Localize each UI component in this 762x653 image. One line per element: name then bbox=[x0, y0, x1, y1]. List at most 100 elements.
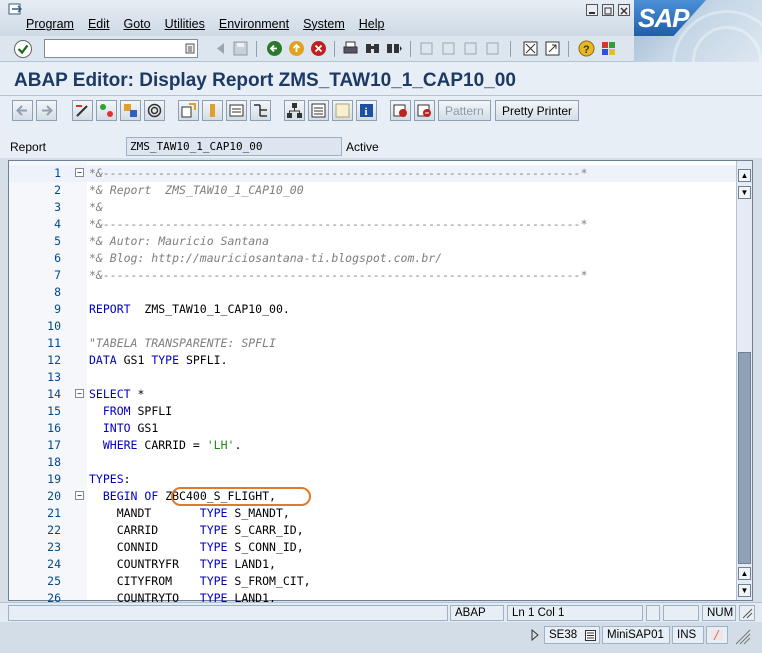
enter-icon[interactable] bbox=[14, 40, 32, 58]
message-area bbox=[8, 605, 448, 621]
code-line[interactable]: 13 bbox=[9, 369, 737, 386]
collapse-block-icon[interactable]: − bbox=[75, 168, 84, 177]
create-session-icon[interactable] bbox=[522, 40, 539, 57]
resize-icon[interactable] bbox=[739, 605, 755, 621]
system-menu-icon[interactable] bbox=[8, 3, 24, 17]
menu-environment[interactable]: Environment bbox=[219, 17, 289, 31]
forward-object-icon[interactable] bbox=[36, 100, 57, 121]
back-object-icon[interactable] bbox=[12, 100, 33, 121]
find-icon[interactable] bbox=[364, 40, 381, 57]
code-line[interactable]: 7 *&-------------------------------------… bbox=[9, 267, 737, 284]
resize-grip-icon[interactable] bbox=[734, 626, 752, 646]
code-line[interactable]: 23 CONNID TYPE S_CONN_ID, bbox=[9, 539, 737, 556]
code-line[interactable]: 22 CARRID TYPE S_CARR_ID, bbox=[9, 522, 737, 539]
insert-mode[interactable]: INS bbox=[672, 626, 704, 644]
first-page-icon[interactable] bbox=[418, 40, 435, 57]
code-line[interactable]: 9 REPORT ZMS_TAW10_1_CAP10_00. bbox=[9, 301, 737, 318]
code-line[interactable]: 12 DATA GS1 TYPE SPFLI. bbox=[9, 352, 737, 369]
find-next-icon[interactable] bbox=[386, 40, 403, 57]
command-field[interactable] bbox=[44, 39, 198, 58]
back-arrow-icon[interactable] bbox=[212, 40, 229, 57]
code-line[interactable]: 3 *& bbox=[9, 199, 737, 216]
code-line[interactable]: 2 *& Report ZMS_TAW10_1_CAP10_00 bbox=[9, 182, 737, 199]
navigation-window-icon[interactable] bbox=[284, 100, 305, 121]
help-icon[interactable]: ? bbox=[578, 40, 595, 57]
code-line[interactable]: 5 *& Autor: Mauricio Santana bbox=[9, 233, 737, 250]
shortcut-icon[interactable] bbox=[544, 40, 561, 57]
collapse-block-icon[interactable]: − bbox=[75, 491, 84, 500]
previous-page-icon[interactable] bbox=[440, 40, 457, 57]
code-editor[interactable]: 1− *&------------------------------------… bbox=[8, 160, 753, 605]
code-line[interactable]: 15 FROM SPFLI bbox=[9, 403, 737, 420]
code-line[interactable]: 6 *& Blog: http://mauriciosantana-ti.blog… bbox=[9, 250, 737, 267]
report-label: Report bbox=[10, 140, 47, 154]
code-line[interactable]: 21 MANDT TYPE S_MANDT, bbox=[9, 505, 737, 522]
language-indicator: ABAP bbox=[450, 605, 504, 621]
code-line[interactable]: 17 WHERE CARRID = 'LH'. bbox=[9, 437, 737, 454]
display-object-list-icon[interactable] bbox=[308, 100, 329, 121]
display-change-icon[interactable] bbox=[72, 100, 93, 121]
code-line[interactable]: 8 bbox=[9, 284, 737, 301]
customize-layout-icon[interactable] bbox=[600, 40, 617, 57]
code-line[interactable]: 24 COUNTRYFR TYPE LAND1, bbox=[9, 556, 737, 573]
history-icon[interactable] bbox=[185, 43, 195, 54]
maximize-icon[interactable] bbox=[602, 4, 614, 16]
code-text: CONNID TYPE S_CONN_ID, bbox=[89, 540, 304, 554]
print-icon[interactable] bbox=[342, 40, 359, 57]
sap-logo-text: SAP bbox=[638, 3, 689, 33]
report-name-field[interactable]: ZMS_TAW10_1_CAP10_00 bbox=[126, 137, 342, 156]
code-line[interactable]: 14 − SELECT * bbox=[9, 386, 737, 403]
menu-program[interactable]: Program bbox=[26, 17, 74, 31]
code-line[interactable]: 10 bbox=[9, 318, 737, 335]
scroll-page-up-icon[interactable]: ▲ bbox=[738, 169, 751, 182]
active-inactive-icon[interactable] bbox=[96, 100, 117, 121]
next-page-icon[interactable] bbox=[462, 40, 479, 57]
code-line[interactable]: 25 CITYFROM TYPE S_FROM_CIT, bbox=[9, 573, 737, 590]
transaction-code-text: SE38 bbox=[549, 629, 578, 641]
expand-status-icon[interactable] bbox=[530, 629, 540, 641]
menu-goto[interactable]: Goto bbox=[123, 17, 150, 31]
object-list-icon[interactable] bbox=[250, 100, 271, 121]
back-icon[interactable] bbox=[266, 40, 283, 57]
menu-system[interactable]: System bbox=[303, 17, 345, 31]
info-icon[interactable]: i bbox=[356, 100, 377, 121]
last-page-icon[interactable] bbox=[484, 40, 501, 57]
scroll-page-down-icon[interactable]: ▼ bbox=[738, 584, 751, 597]
check-icon[interactable] bbox=[144, 100, 165, 121]
menu-edit[interactable]: Edit bbox=[88, 17, 110, 31]
external-breakpoint-icon[interactable] bbox=[414, 100, 435, 121]
activate-icon[interactable] bbox=[178, 100, 199, 121]
code-line[interactable]: 20− BEGIN OF ZBC400_S_FLIGHT, bbox=[9, 487, 737, 506]
pretty-printer-button[interactable]: Pretty Printer bbox=[495, 100, 580, 121]
code-line[interactable]: 18 bbox=[9, 454, 737, 471]
cancel-icon[interactable] bbox=[310, 40, 327, 57]
menu-help[interactable]: Help bbox=[359, 17, 385, 31]
code-line[interactable]: 11 "TABELA TRANSPARENTE: SPFLI bbox=[9, 335, 737, 352]
menu-utilities[interactable]: Utilities bbox=[165, 17, 205, 31]
scroll-thumb[interactable] bbox=[738, 352, 751, 564]
status-list-icon[interactable] bbox=[585, 630, 596, 641]
code-line[interactable]: 1 − *&------------------------------------… bbox=[9, 165, 737, 182]
code-line[interactable]: 16 INTO GS1 bbox=[9, 420, 737, 437]
status-slot bbox=[663, 605, 699, 621]
set-breakpoint-icon[interactable] bbox=[390, 100, 411, 121]
close-icon[interactable] bbox=[618, 4, 630, 16]
where-used-icon[interactable] bbox=[226, 100, 247, 121]
exit-icon[interactable] bbox=[288, 40, 305, 57]
pattern-button[interactable]: Pattern bbox=[438, 100, 491, 121]
system-status-bar: SE38 MiniSAP01 INS bbox=[0, 622, 762, 653]
collapse-block-icon[interactable]: − bbox=[75, 389, 84, 398]
test-icon[interactable] bbox=[202, 100, 223, 121]
scroll-down-icon[interactable]: ▲ bbox=[738, 567, 751, 580]
minimize-icon[interactable] bbox=[586, 4, 598, 16]
code-text: CITYFROM TYPE S_FROM_CIT, bbox=[89, 574, 311, 588]
scroll-up-icon[interactable]: ▼ bbox=[738, 186, 751, 199]
fullscreen-icon[interactable] bbox=[332, 100, 353, 121]
save-icon[interactable] bbox=[232, 40, 249, 57]
code-text: *&--------------------------------------… bbox=[89, 217, 588, 231]
vertical-scrollbar[interactable]: ▲ ▼ ▲ ▼ bbox=[736, 161, 752, 600]
code-line[interactable]: 19 TYPES: bbox=[9, 471, 737, 488]
line-number: 20 bbox=[47, 489, 61, 503]
other-object-icon[interactable] bbox=[120, 100, 141, 121]
code-line[interactable]: 4 *&-------------------------------------… bbox=[9, 216, 737, 233]
